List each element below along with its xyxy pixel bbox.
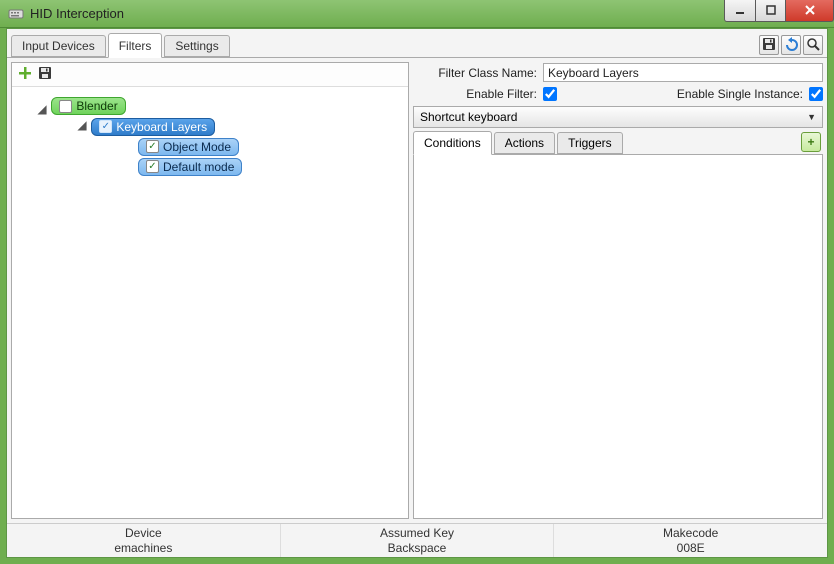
statusbar: Device emachines Assumed Key Backspace M… (7, 523, 827, 557)
save-button[interactable] (759, 35, 779, 55)
undo-icon (784, 37, 798, 54)
enable-single-instance-checkbox[interactable] (809, 87, 823, 101)
subtab-triggers[interactable]: Triggers (557, 132, 623, 154)
filter-class-name-row: Filter Class Name: (413, 62, 823, 83)
checkbox-icon[interactable]: ✓ (146, 140, 159, 153)
expand-toggle[interactable]: ◢ (36, 102, 48, 116)
subtab-conditions[interactable]: Conditions (413, 131, 492, 155)
window-title: HID Interception (30, 6, 724, 21)
checkbox-icon[interactable] (59, 100, 72, 113)
tree-node-blender[interactable]: Blender (51, 97, 125, 115)
subtab-actions[interactable]: Actions (494, 132, 555, 154)
status-label: Device (125, 526, 162, 541)
save-icon (762, 37, 776, 54)
enable-flags-row: Enable Filter: Enable Single Instance: (413, 83, 823, 104)
window: HID Interception Input Devices Filters S… (0, 0, 834, 564)
status-device: Device emachines (7, 524, 280, 557)
status-value: emachines (114, 541, 172, 556)
tree-node-default-mode[interactable]: ✓ Default mode (138, 158, 242, 176)
save-tree-button[interactable] (38, 66, 52, 83)
body-row: ◢ Blender ◢ ✓ Keyboard Layer (7, 58, 827, 523)
subtabs: Conditions Actions Triggers + (413, 130, 823, 155)
details-pane: Filter Class Name: Enable Filter: Enable… (413, 62, 823, 519)
client-area: Input Devices Filters Settings ◢ (6, 28, 828, 558)
tab-label: Settings (175, 39, 218, 53)
subtab-label: Actions (505, 136, 544, 150)
tree-node-label: Default mode (163, 160, 234, 174)
tree-node-label: Blender (76, 99, 117, 113)
app-icon (8, 6, 24, 22)
window-controls (724, 0, 834, 22)
status-makecode: Makecode 008E (553, 524, 827, 557)
dropdown-value: Shortcut keyboard (420, 110, 517, 124)
tab-filters[interactable]: Filters (108, 33, 163, 58)
subtab-label: Conditions (424, 136, 481, 150)
filter-type-dropdown[interactable]: Shortcut keyboard ▼ (413, 106, 823, 128)
tab-settings[interactable]: Settings (164, 35, 229, 57)
search-icon (806, 37, 820, 54)
add-node-button[interactable] (18, 66, 32, 83)
filters-tree[interactable]: ◢ Blender ◢ ✓ Keyboard Layer (12, 87, 408, 518)
enable-filter-label: Enable Filter: (413, 87, 543, 101)
minimize-button[interactable] (724, 0, 756, 22)
status-value: 008E (677, 541, 705, 556)
tabstrip-tools (759, 35, 823, 57)
search-button[interactable] (803, 35, 823, 55)
add-item-button[interactable]: + (801, 132, 821, 152)
status-value: Backspace (388, 541, 447, 556)
enable-single-instance-label: Enable Single Instance: (677, 87, 809, 101)
filter-class-name-label: Filter Class Name: (413, 66, 543, 80)
status-label: Makecode (663, 526, 718, 541)
tree-node-object-mode[interactable]: ✓ Object Mode (138, 138, 239, 156)
tree-toolbar (12, 63, 408, 87)
tree-node-label: Object Mode (163, 140, 231, 154)
tree-node-keyboard-layers[interactable]: ✓ Keyboard Layers (91, 118, 215, 136)
undo-button[interactable] (781, 35, 801, 55)
filter-class-name-input[interactable] (543, 63, 823, 82)
plus-icon: + (807, 135, 814, 149)
expand-toggle[interactable]: ◢ (76, 118, 88, 132)
tab-label: Filters (119, 39, 152, 53)
tree-node-label: Keyboard Layers (116, 120, 207, 134)
tree-pane: ◢ Blender ◢ ✓ Keyboard Layer (11, 62, 409, 519)
subtab-content[interactable] (413, 155, 823, 519)
close-button[interactable] (786, 0, 834, 22)
main-tabstrip: Input Devices Filters Settings (7, 29, 827, 58)
chevron-down-icon: ▼ (807, 112, 816, 122)
checkbox-icon[interactable]: ✓ (99, 120, 112, 133)
tab-input-devices[interactable]: Input Devices (11, 35, 106, 57)
checkbox-icon[interactable]: ✓ (146, 160, 159, 173)
tab-label: Input Devices (22, 39, 95, 53)
subtab-label: Triggers (568, 136, 612, 150)
status-assumed-key: Assumed Key Backspace (280, 524, 554, 557)
maximize-button[interactable] (756, 0, 786, 22)
status-label: Assumed Key (380, 526, 454, 541)
titlebar[interactable]: HID Interception (0, 0, 834, 28)
enable-filter-checkbox[interactable] (543, 87, 557, 101)
